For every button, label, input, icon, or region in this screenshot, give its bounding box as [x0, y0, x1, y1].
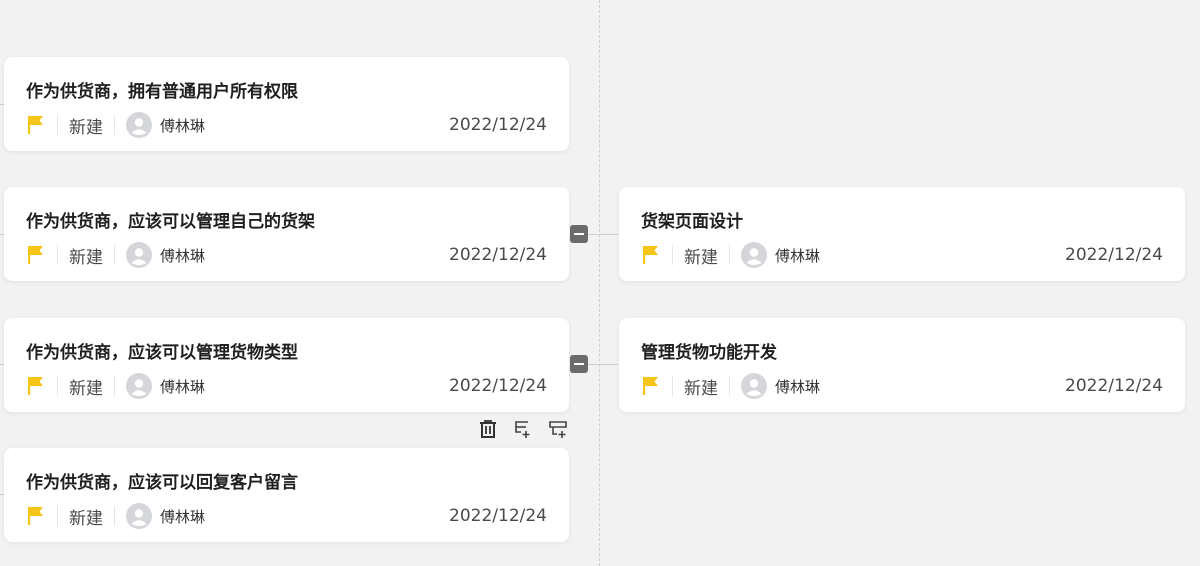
- user-avatar-icon: [741, 373, 767, 399]
- add-child-node-icon[interactable]: [547, 418, 569, 440]
- divider: [57, 245, 58, 265]
- owner-name[interactable]: 傅林琳: [775, 245, 820, 266]
- divider: [57, 376, 58, 396]
- flag-icon[interactable]: [26, 114, 46, 136]
- card-title: 作为供货商，应该可以管理自己的货架: [26, 212, 315, 232]
- due-date[interactable]: 2022/12/24: [449, 376, 547, 396]
- flag-icon[interactable]: [26, 375, 46, 397]
- divider: [114, 115, 115, 135]
- connector-line: [587, 234, 618, 235]
- collapse-toggle[interactable]: [570, 225, 588, 243]
- flag-icon[interactable]: [26, 505, 46, 527]
- divider: [672, 376, 673, 396]
- owner-name[interactable]: 傅林琳: [160, 506, 205, 527]
- story-card[interactable]: 作为供货商，应该可以管理货物类型 新建 傅林琳 2022/12/24: [4, 318, 569, 412]
- due-date[interactable]: 2022/12/24: [449, 506, 547, 526]
- owner-name[interactable]: 傅林琳: [775, 376, 820, 397]
- status-label[interactable]: 新建: [69, 243, 103, 268]
- collapse-toggle[interactable]: [570, 355, 588, 373]
- task-card[interactable]: 管理货物功能开发 新建 傅林琳 2022/12/24: [619, 318, 1185, 412]
- card-title: 货架页面设计: [641, 212, 743, 232]
- card-title: 作为供货商，应该可以回复客户留言: [26, 473, 298, 493]
- connector-line: [587, 364, 618, 365]
- add-sibling-node-icon[interactable]: [512, 418, 534, 440]
- divider: [114, 376, 115, 396]
- divider: [114, 506, 115, 526]
- minus-icon: [574, 363, 584, 365]
- due-date[interactable]: 2022/12/24: [449, 115, 547, 135]
- minus-icon: [574, 233, 584, 235]
- divider: [729, 376, 730, 396]
- column-divider: [599, 0, 600, 566]
- story-card[interactable]: 作为供货商，应该可以管理自己的货架 新建 傅林琳 2022/12/24: [4, 187, 569, 281]
- story-card[interactable]: 作为供货商，应该可以回复客户留言 新建 傅林琳 2022/12/24: [4, 448, 569, 542]
- divider: [672, 245, 673, 265]
- due-date[interactable]: 2022/12/24: [1065, 376, 1163, 396]
- card-title: 作为供货商，拥有普通用户所有权限: [26, 82, 298, 102]
- owner-name[interactable]: 傅林琳: [160, 245, 205, 266]
- user-avatar-icon: [126, 503, 152, 529]
- divider: [57, 115, 58, 135]
- story-card[interactable]: 作为供货商，拥有普通用户所有权限 新建 傅林琳 2022/12/24: [4, 57, 569, 151]
- status-label[interactable]: 新建: [684, 374, 718, 399]
- divider: [57, 506, 58, 526]
- user-avatar-icon: [741, 242, 767, 268]
- status-label[interactable]: 新建: [69, 113, 103, 138]
- flag-icon[interactable]: [26, 244, 46, 266]
- owner-name[interactable]: 傅林琳: [160, 115, 205, 136]
- due-date[interactable]: 2022/12/24: [449, 245, 547, 265]
- status-label[interactable]: 新建: [69, 504, 103, 529]
- user-avatar-icon: [126, 242, 152, 268]
- divider: [729, 245, 730, 265]
- user-avatar-icon: [126, 373, 152, 399]
- flag-icon[interactable]: [641, 244, 661, 266]
- user-avatar-icon: [126, 112, 152, 138]
- task-card[interactable]: 货架页面设计 新建 傅林琳 2022/12/24: [619, 187, 1185, 281]
- due-date[interactable]: 2022/12/24: [1065, 245, 1163, 265]
- divider: [114, 245, 115, 265]
- status-label[interactable]: 新建: [684, 243, 718, 268]
- card-title: 作为供货商，应该可以管理货物类型: [26, 343, 298, 363]
- status-label[interactable]: 新建: [69, 374, 103, 399]
- card-title: 管理货物功能开发: [641, 343, 777, 363]
- flag-icon[interactable]: [641, 375, 661, 397]
- trash-icon[interactable]: [477, 418, 499, 440]
- owner-name[interactable]: 傅林琳: [160, 376, 205, 397]
